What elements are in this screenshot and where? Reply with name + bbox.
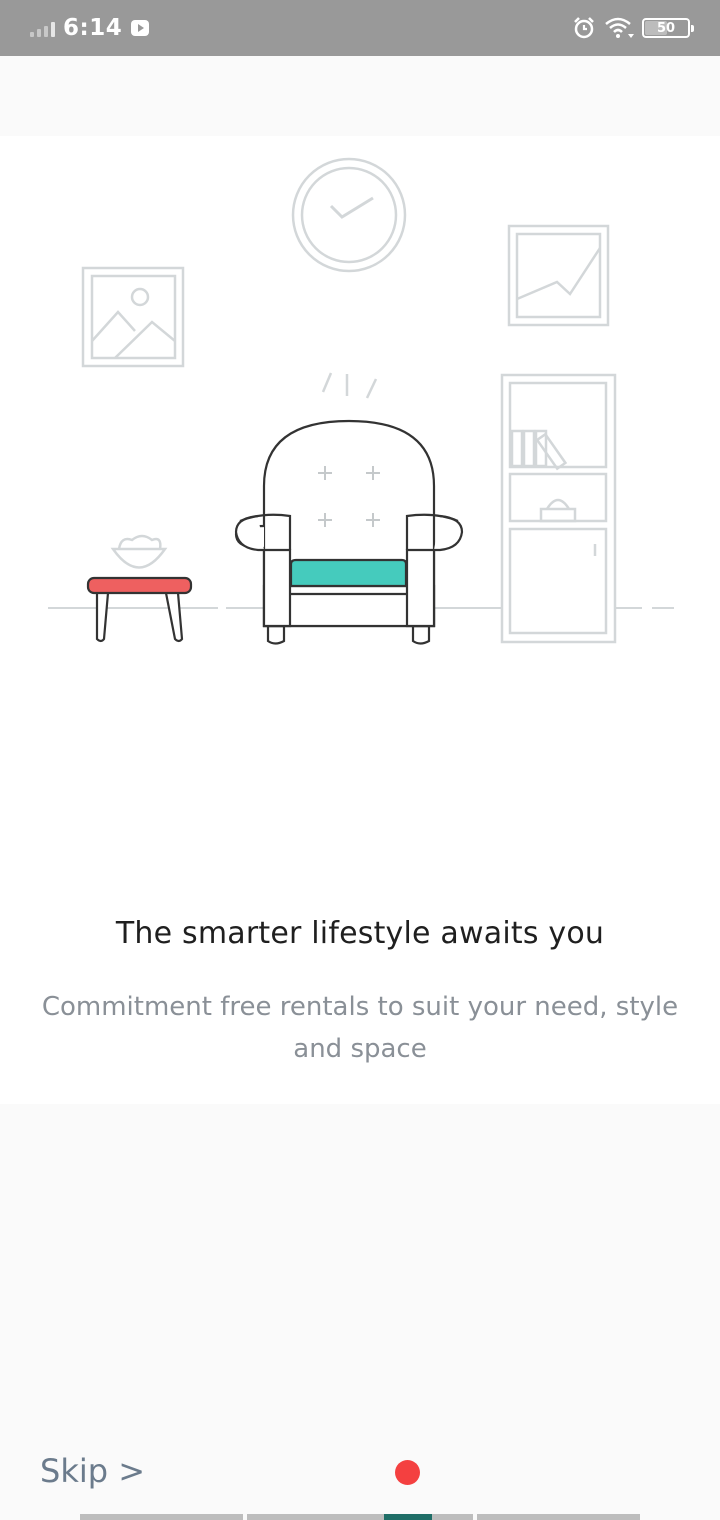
status-right: 50: [572, 0, 694, 56]
signal-icon: [30, 19, 55, 37]
onboarding-title: The smarter lifestyle awaits you: [115, 916, 605, 951]
picture-frame-icon: [81, 266, 185, 368]
clock-icon: [291, 157, 407, 273]
onboarding-subtitle: Commitment free rentals to suit your nee…: [0, 986, 720, 1070]
subtitle-line-1: Commitment free rentals to suit your nee…: [41, 992, 679, 1022]
status-left: 6:14: [30, 0, 150, 56]
onboarding-progress: [0, 1514, 720, 1520]
progress-segment-active: [384, 1514, 432, 1520]
onboarding-card: The smarter lifestyle awaits you Commitm…: [0, 136, 720, 1104]
bookshelf-icon: [500, 373, 617, 644]
armchair-icon: [234, 372, 464, 645]
status-time: 6:14: [63, 15, 123, 41]
battery-level: 50: [656, 20, 676, 36]
youtube-icon: [131, 20, 150, 36]
progress-segment-4: [477, 1514, 640, 1520]
battery-icon: 50: [642, 18, 694, 38]
skip-button[interactable]: Skip >: [40, 1452, 145, 1490]
alarm-icon: [574, 17, 594, 39]
progress-segment-1: [80, 1514, 243, 1520]
status-bar: 6:14 50: [0, 0, 720, 56]
wifi-icon: [605, 17, 634, 38]
page-indicator-dot: [395, 1460, 420, 1485]
subtitle-line-2: and space: [293, 1034, 427, 1064]
progress-segment-2: [247, 1514, 384, 1520]
progress-segment-3: [432, 1514, 473, 1520]
living-room-illustration: [48, 157, 674, 645]
side-table-icon: [86, 534, 193, 643]
chart-frame-icon: [507, 224, 610, 327]
